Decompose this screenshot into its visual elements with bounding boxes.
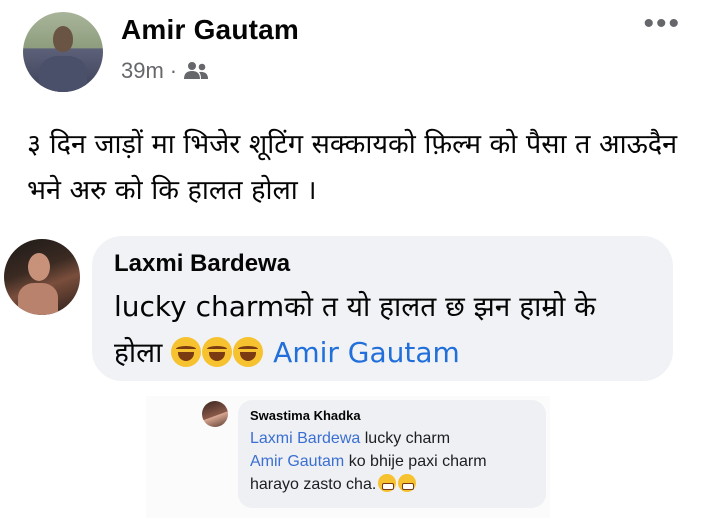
commenter-name[interactable]: Laxmi Bardewa: [114, 250, 651, 278]
grimacing-emoji-icon: [378, 474, 397, 492]
commenter-avatar[interactable]: [4, 239, 80, 315]
avatar-face: [28, 253, 50, 281]
post-text: ३ दिन जाड़ों मा भिजेर शूटिंग सक्कायको फ़…: [27, 129, 678, 206]
reply-mention-2[interactable]: Amir Gautam: [250, 453, 344, 470]
rolling-laughing-emoji-icon: [233, 337, 264, 367]
rolling-laughing-emoji-icon: [171, 337, 202, 367]
replier-avatar[interactable]: [202, 401, 228, 427]
rolling-laughing-emoji-icon: [202, 337, 233, 367]
post-author-avatar[interactable]: [23, 12, 103, 92]
replier-name[interactable]: Swastima Khadka: [250, 408, 534, 423]
comment-bubble: Laxmi Bardewa lucky charmको त यो हालत छ …: [92, 236, 673, 381]
post-time[interactable]: 39m: [121, 58, 164, 84]
reply-text-1: lucky charm: [364, 430, 451, 447]
comment-mention-link[interactable]: Amir Gautam: [273, 336, 460, 369]
avatar-head: [53, 26, 73, 52]
reply-text: Laxmi Bardewa lucky charm Amir Gautam ko…: [250, 427, 534, 496]
reply-mention-1[interactable]: Laxmi Bardewa: [250, 430, 360, 447]
post-author-name[interactable]: Amir Gautam: [121, 14, 299, 46]
post-meta: 39m ·: [121, 58, 209, 84]
meta-separator: ·: [169, 58, 178, 83]
comment-text: lucky charmको त यो हालत छ झन हाम्रो के ह…: [114, 284, 651, 376]
more-options-icon[interactable]: •••: [643, 9, 681, 39]
reply-bubble: Swastima Khadka Laxmi Bardewa lucky char…: [238, 400, 546, 508]
grimacing-emoji-icon: [398, 474, 417, 492]
friends-icon[interactable]: [183, 61, 209, 81]
avatar-body: [39, 56, 87, 92]
avatar-shoulder: [18, 283, 58, 315]
